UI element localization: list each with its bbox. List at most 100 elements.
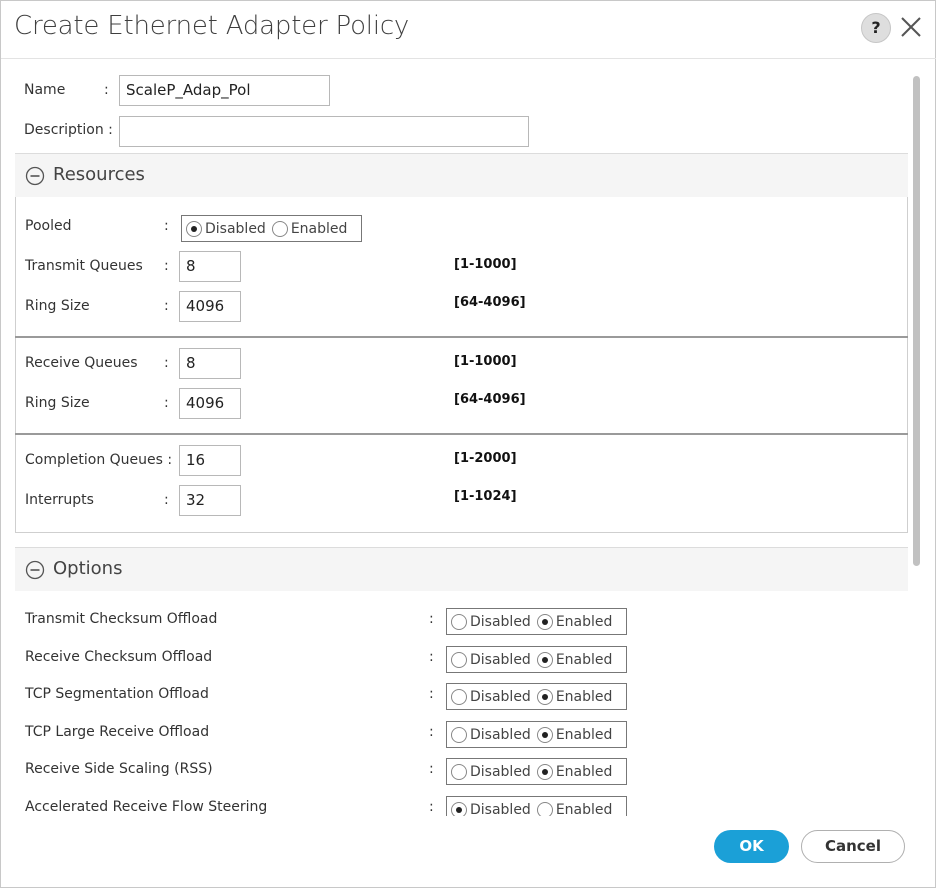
radio-label: Disabled: [470, 613, 531, 630]
radio-unselected-icon: [451, 763, 467, 780]
radio-unselected-icon: [451, 726, 467, 743]
radio-selected-icon: [186, 220, 202, 237]
transmit-ring-size-colon: :: [164, 298, 169, 314]
option-disabled-radio[interactable]: Disabled: [451, 688, 531, 705]
option-disabled-radio[interactable]: Disabled: [451, 763, 531, 780]
option-disabled-radio[interactable]: Disabled: [451, 651, 531, 668]
radio-label: Enabled: [555, 801, 613, 817]
option-disabled-radio[interactable]: Disabled: [451, 801, 531, 817]
radio-label: Disabled: [470, 688, 531, 705]
option-radio-group: Disabled Enabled: [446, 608, 627, 635]
name-input[interactable]: ScaleP_Adap_Pol: [119, 75, 330, 106]
completion-queues-range: [1-2000]: [454, 451, 517, 466]
option-radio-group: Disabled Enabled: [446, 646, 627, 673]
option-radio-group: Disabled Enabled: [446, 683, 627, 710]
option-colon: :: [429, 761, 434, 777]
resources-section-header[interactable]: Resources: [15, 153, 908, 197]
radio-unselected-icon: [451, 688, 467, 705]
option-label: Receive Checksum Offload: [25, 649, 213, 665]
cancel-button[interactable]: Cancel: [801, 830, 905, 863]
radio-label: Disabled: [470, 726, 531, 743]
option-disabled-radio[interactable]: Disabled: [451, 726, 531, 743]
radio-selected-icon: [536, 726, 553, 743]
option-enabled-radio[interactable]: Enabled: [536, 726, 612, 743]
collapse-minus-icon[interactable]: [25, 560, 45, 580]
radio-label: Enabled: [555, 651, 613, 668]
form-scroll-area: Name : ScaleP_Adap_Pol Description : Res…: [1, 59, 936, 816]
receive-ring-size-colon: :: [164, 395, 169, 411]
transmit-queues-label: Transmit Queues: [25, 258, 143, 274]
option-label: Transmit Checksum Offload: [25, 611, 218, 627]
name-colon: :: [104, 82, 109, 98]
radio-unselected-icon: [451, 613, 467, 630]
close-icon[interactable]: [899, 13, 923, 41]
section-divider: [15, 336, 908, 338]
option-label: Receive Side Scaling (RSS): [25, 761, 213, 777]
option-radio-group: Disabled Enabled: [446, 758, 627, 785]
completion-queues-input[interactable]: 16: [179, 445, 241, 476]
ok-button[interactable]: OK: [714, 830, 789, 863]
vertical-scrollbar[interactable]: [913, 76, 920, 566]
pooled-colon: :: [164, 218, 169, 234]
option-label: TCP Large Receive Offload: [25, 724, 210, 740]
radio-label: Enabled: [555, 613, 613, 630]
options-title: Options: [53, 558, 123, 579]
receive-ring-size-input[interactable]: 4096: [179, 388, 241, 419]
option-enabled-radio[interactable]: Enabled: [536, 651, 613, 668]
radio-unselected-icon: [451, 651, 467, 668]
pooled-enabled-radio[interactable]: Enabled: [271, 220, 348, 237]
interrupts-input[interactable]: 32: [179, 485, 241, 516]
radio-label: Enabled: [555, 688, 613, 705]
section-divider: [15, 433, 908, 435]
transmit-queues-range: [1-1000]: [454, 257, 517, 272]
receive-queues-range: [1-1000]: [454, 354, 517, 369]
option-enabled-radio[interactable]: Enabled: [536, 801, 613, 817]
radio-selected-icon: [536, 688, 553, 705]
radio-selected-icon: [451, 801, 467, 816]
transmit-queues-colon: :: [164, 258, 169, 274]
option-disabled-radio[interactable]: Disabled: [451, 613, 531, 630]
option-colon: :: [429, 799, 434, 815]
options-section-header[interactable]: Options: [15, 547, 908, 591]
pooled-disabled-radio[interactable]: Disabled: [186, 220, 266, 237]
receive-queues-input[interactable]: 8: [179, 348, 241, 379]
option-enabled-radio[interactable]: Enabled: [536, 763, 612, 780]
receive-ring-size-label: Ring Size: [25, 395, 90, 411]
radio-selected-icon: [536, 651, 553, 668]
radio-unselected-icon: [271, 220, 288, 237]
help-button[interactable]: ?: [861, 13, 891, 43]
description-input[interactable]: [119, 116, 529, 147]
radio-selected-icon: [536, 763, 553, 780]
radio-label: Disabled: [470, 801, 531, 817]
dialog-title: Create Ethernet Adapter Policy: [14, 11, 410, 41]
interrupts-range: [1-1024]: [454, 489, 517, 504]
option-radio-group: Disabled Enabled: [446, 721, 627, 748]
transmit-ring-size-input[interactable]: 4096: [179, 291, 241, 322]
collapse-minus-icon[interactable]: [25, 166, 45, 186]
option-radio-group: Disabled Enabled: [446, 796, 627, 816]
option-colon: :: [429, 686, 434, 702]
option-enabled-radio[interactable]: Enabled: [536, 613, 613, 630]
option-colon: :: [429, 649, 434, 665]
create-ethernet-adapter-policy-dialog: Create Ethernet Adapter Policy ? Name : …: [0, 0, 936, 888]
radio-label: Disabled: [205, 220, 266, 237]
description-label: Description :: [24, 122, 113, 138]
completion-queues-label: Completion Queues :: [25, 452, 173, 468]
radio-label: Enabled: [290, 220, 348, 237]
option-label: TCP Segmentation Offload: [25, 686, 209, 702]
transmit-ring-size-label: Ring Size: [25, 298, 90, 314]
transmit-ring-size-range: [64-4096]: [454, 295, 526, 310]
radio-label: Disabled: [470, 651, 531, 668]
name-label: Name: [24, 82, 66, 98]
option-enabled-radio[interactable]: Enabled: [536, 688, 613, 705]
pooled-label: Pooled: [25, 218, 72, 234]
radio-label: Disabled: [470, 763, 531, 780]
radio-unselected-icon: [536, 801, 553, 816]
option-colon: :: [429, 724, 434, 740]
transmit-queues-input[interactable]: 8: [179, 251, 241, 282]
interrupts-colon: :: [164, 492, 169, 508]
option-label: Accelerated Receive Flow Steering: [25, 799, 268, 815]
interrupts-label: Interrupts: [25, 492, 94, 508]
radio-selected-icon: [536, 613, 553, 630]
receive-queues-label: Receive Queues: [25, 355, 138, 371]
